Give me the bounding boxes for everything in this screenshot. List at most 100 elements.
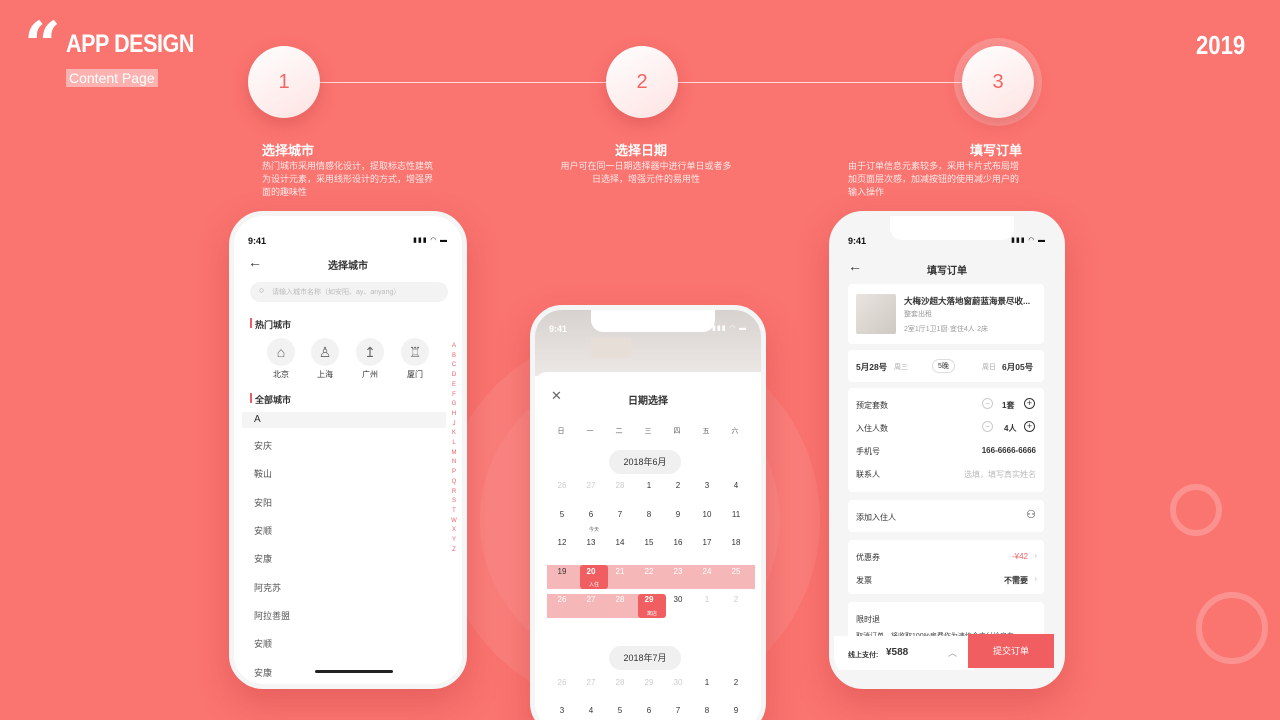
index-letter[interactable]: H	[450, 410, 458, 420]
calendar-day[interactable]: 29	[635, 595, 663, 604]
calendar-day[interactable]: 28	[606, 678, 634, 687]
index-letter[interactable]: N	[450, 458, 458, 468]
index-letter[interactable]: E	[450, 381, 458, 391]
index-letter[interactable]: L	[450, 439, 458, 449]
calendar-day[interactable]: 15	[635, 538, 663, 547]
calendar-day[interactable]: 22	[635, 567, 663, 576]
rooms-minus-button[interactable]: −	[982, 398, 993, 409]
calendar-day[interactable]: 6	[577, 510, 605, 519]
calendar-day[interactable]: 4	[722, 481, 750, 490]
calendar-day[interactable]: 19	[548, 567, 576, 576]
calendar-day[interactable]: 1	[693, 678, 721, 687]
calendar-day[interactable]: 29	[635, 678, 663, 687]
calendar-day[interactable]: 6	[635, 706, 663, 715]
index-letter[interactable]: W	[450, 517, 458, 527]
submit-order-button[interactable]: 提交订单	[968, 634, 1054, 668]
date-summary-card[interactable]: 5月28号 周三 5晚 周日 6月05号	[848, 350, 1044, 382]
chevron-up-icon[interactable]: ︿	[948, 646, 957, 659]
calendar-day[interactable]: 10	[693, 510, 721, 519]
city-item[interactable]: 安阳	[254, 496, 272, 509]
calendar-day[interactable]: 1	[693, 595, 721, 604]
index-letter[interactable]: G	[450, 400, 458, 410]
city-item[interactable]: 安顺	[254, 637, 272, 650]
guests-plus-button[interactable]: +	[1024, 421, 1035, 432]
city-item[interactable]: 安康	[254, 666, 272, 679]
alphabet-index[interactable]: ABCDEFGHJKLMNPQRSTWXYZ	[450, 342, 458, 555]
calendar-day[interactable]: 30	[664, 595, 692, 604]
calendar-day[interactable]: 26	[548, 678, 576, 687]
calendar-day[interactable]: 13	[577, 538, 605, 547]
index-letter[interactable]: F	[450, 391, 458, 401]
calendar-day[interactable]: 4	[577, 706, 605, 715]
index-letter[interactable]: P	[450, 468, 458, 478]
index-letter[interactable]: Q	[450, 478, 458, 488]
hotel-type: 整套出租	[904, 311, 932, 318]
calendar-day[interactable]: 8	[635, 510, 663, 519]
rooms-plus-button[interactable]: +	[1024, 398, 1035, 409]
hot-city-beijing[interactable]: ⌂ 北京	[266, 338, 296, 380]
city-item[interactable]: 阿克苏	[254, 581, 281, 594]
index-letter[interactable]: Z	[450, 546, 458, 556]
index-letter[interactable]: D	[450, 371, 458, 381]
calendar-day[interactable]: 21	[606, 567, 634, 576]
calendar-day[interactable]: 16	[664, 538, 692, 547]
calendar-day[interactable]: 11	[722, 510, 750, 519]
calendar-day[interactable]: 24	[693, 567, 721, 576]
calendar-day[interactable]: 14	[606, 538, 634, 547]
city-item[interactable]: 安顺	[254, 524, 272, 537]
hot-city-guangzhou[interactable]: ↥ 广州	[355, 338, 385, 380]
calendar-day[interactable]: 17	[693, 538, 721, 547]
calendar-day[interactable]: 25	[722, 567, 750, 576]
guests-minus-button[interactable]: −	[982, 421, 993, 432]
index-letter[interactable]: R	[450, 488, 458, 498]
index-letter[interactable]: J	[450, 420, 458, 430]
calendar-day[interactable]: 12	[548, 538, 576, 547]
city-item[interactable]: 阿拉善盟	[254, 609, 290, 622]
coupon-value[interactable]: -¥42	[1012, 552, 1028, 561]
contact-input[interactable]: 选填，填写真实姓名	[964, 469, 1036, 480]
invoice-value[interactable]: 不需要	[1004, 575, 1028, 586]
index-letter[interactable]: Y	[450, 536, 458, 546]
index-letter[interactable]: C	[450, 361, 458, 371]
calendar-day[interactable]: 23	[664, 567, 692, 576]
calendar-day[interactable]: 27	[577, 481, 605, 490]
hotel-card[interactable]: 大梅沙超大落地窗蔚蓝海景尽收... 整套出租 2室1厅1卫1厨·宜住4人·2床	[848, 284, 1044, 344]
index-letter[interactable]: T	[450, 507, 458, 517]
calendar-day[interactable]: 18	[722, 538, 750, 547]
calendar-day[interactable]: 28	[606, 595, 634, 604]
calendar-day[interactable]: 26	[548, 481, 576, 490]
calendar-day[interactable]: 3	[693, 481, 721, 490]
city-item[interactable]: 安康	[254, 552, 272, 565]
calendar-day[interactable]: 2	[722, 595, 750, 604]
calendar-day[interactable]: 26	[548, 595, 576, 604]
search-input[interactable]: ○ 请输入城市名称（如安阳、ay、anyang）	[250, 282, 448, 302]
calendar-day[interactable]: 30	[664, 678, 692, 687]
phone-field[interactable]: 166-6666-6666	[982, 446, 1036, 455]
calendar-day[interactable]: 9	[664, 510, 692, 519]
calendar-day[interactable]: 2	[722, 678, 750, 687]
index-letter[interactable]: S	[450, 497, 458, 507]
hot-city-xiamen[interactable]: ♖ 厦门	[400, 338, 430, 380]
add-guest-row[interactable]: 添加入住人 ⚇	[848, 500, 1044, 532]
city-item[interactable]: 鞍山	[254, 467, 272, 480]
calendar-day[interactable]: 1	[635, 481, 663, 490]
calendar-day[interactable]: 20	[577, 567, 605, 576]
index-letter[interactable]: M	[450, 449, 458, 459]
calendar-day[interactable]: 2	[664, 481, 692, 490]
index-letter[interactable]: X	[450, 526, 458, 536]
calendar-day[interactable]: 28	[606, 481, 634, 490]
city-item[interactable]: 安庆	[254, 439, 272, 452]
calendar-day[interactable]: 8	[693, 706, 721, 715]
calendar-day[interactable]: 27	[577, 595, 605, 604]
calendar-day[interactable]: 27	[577, 678, 605, 687]
hot-city-shanghai[interactable]: ♙ 上海	[310, 338, 340, 380]
index-letter[interactable]: A	[450, 342, 458, 352]
index-letter[interactable]: B	[450, 352, 458, 362]
calendar-day[interactable]: 5	[548, 510, 576, 519]
index-letter[interactable]: K	[450, 429, 458, 439]
calendar-day[interactable]: 7	[664, 706, 692, 715]
calendar-day[interactable]: 3	[548, 706, 576, 715]
calendar-day[interactable]: 5	[606, 706, 634, 715]
calendar-day[interactable]: 9	[722, 706, 750, 715]
calendar-day[interactable]: 7	[606, 510, 634, 519]
